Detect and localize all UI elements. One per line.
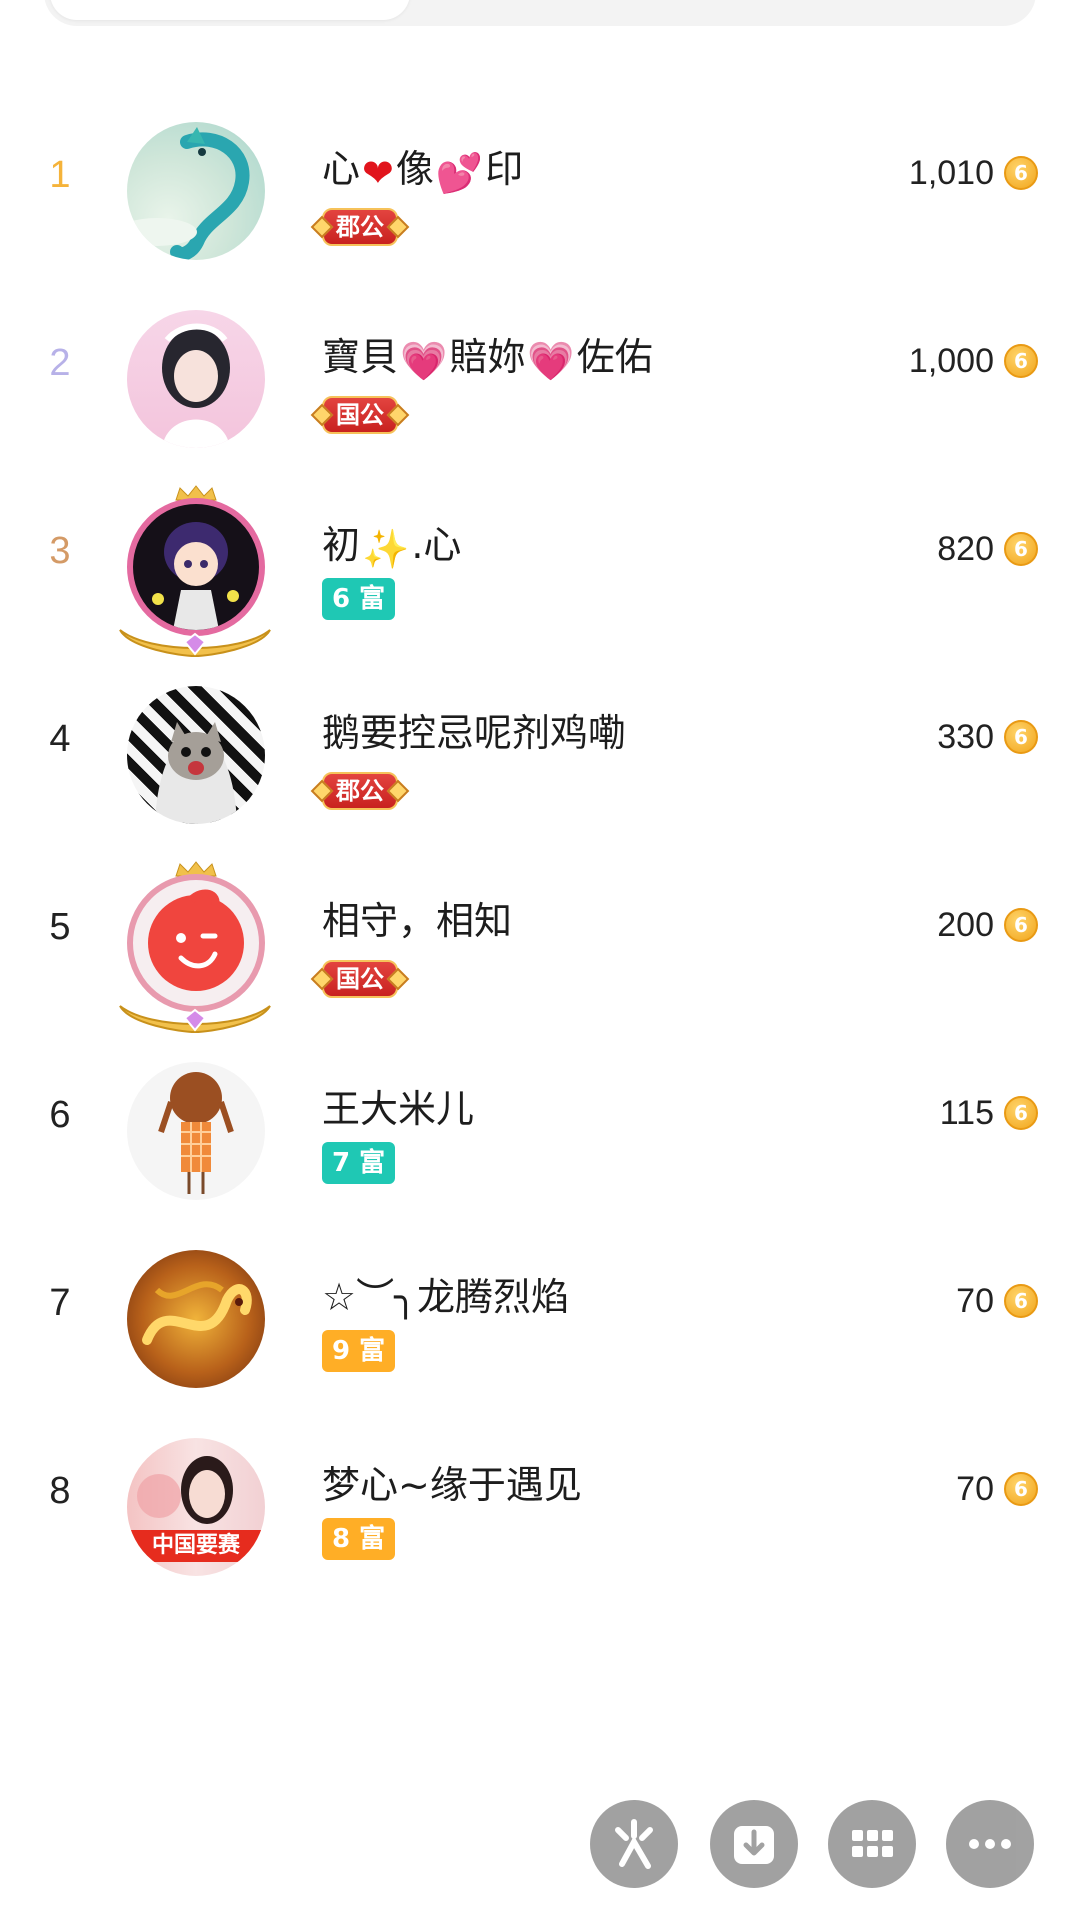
coin-icon: 6: [1004, 532, 1038, 566]
avatar[interactable]: [127, 498, 265, 636]
coin-icon: 6: [1004, 344, 1038, 378]
wealth-level-badge: 9 富: [322, 1330, 396, 1372]
smiley-avatar-image: [148, 889, 244, 991]
nickname: 相守，相知: [322, 899, 513, 943]
sparkle-action-button[interactable]: [590, 1800, 678, 1888]
avatar[interactable]: [127, 122, 265, 260]
avatar[interactable]: [127, 686, 265, 824]
active-tab[interactable]: [50, 0, 410, 20]
avatar-caption-banner: 中国要赛: [127, 1530, 265, 1562]
rank-number: 4: [49, 718, 71, 760]
score-value: 330: [937, 718, 994, 756]
coin-icon: 6: [1004, 156, 1038, 190]
rank-number: 6: [49, 1094, 71, 1136]
top-segmented-tabs[interactable]: [44, 0, 1036, 26]
cat-avatar-image: [155, 722, 237, 824]
nickname: 初✨.心: [322, 523, 462, 571]
score-value: 1,000: [908, 342, 994, 380]
sparkle-icon: [615, 1819, 653, 1869]
score-value: 200: [937, 906, 994, 944]
coin-icon: 6: [1004, 720, 1038, 754]
score-value: 820: [937, 530, 994, 568]
nickname: ☆︶╮龙腾烈焰: [322, 1275, 569, 1319]
girl-avatar-image: [158, 1072, 234, 1194]
coin-icon: 6: [1004, 1096, 1038, 1130]
more-dots-icon: [969, 1839, 1011, 1849]
nickname: 梦心~缘于遇见: [322, 1463, 582, 1507]
wealth-level-badge: 7 富: [322, 1142, 396, 1184]
more-options-button[interactable]: [946, 1800, 1034, 1888]
score-value: 70: [956, 1282, 994, 1320]
ranking-row[interactable]: 1 心❤像💕印 郡公 1,010 6: [0, 80, 1080, 280]
avatar[interactable]: 中国要赛: [127, 1438, 265, 1576]
nickname: 心❤像💕印: [322, 147, 524, 195]
avatar[interactable]: [127, 1062, 265, 1200]
rank-number: 5: [49, 906, 71, 948]
wealth-level-badge: 8 富: [322, 1518, 396, 1560]
ranking-row[interactable]: 7 ☆︶╮龙腾烈焰 9 富 70 6: [0, 1208, 1080, 1408]
title-badge: 郡公: [322, 208, 398, 246]
apps-grid-button[interactable]: [828, 1800, 916, 1888]
title-badge: 郡公: [322, 772, 398, 810]
ranking-row[interactable]: 8 中国要赛 梦心~缘于遇见 8 富 70 6: [0, 1396, 1080, 1596]
avatar[interactable]: [127, 874, 265, 1012]
score-value: 1,010: [908, 154, 994, 192]
ranking-row[interactable]: 5 相守，相知 国公 200 6: [0, 832, 1080, 1034]
golden-dragon-avatar-image: [142, 1281, 252, 1345]
coin-icon: 6: [1004, 908, 1038, 942]
ranking-row[interactable]: 3 初✨.心 6 富 820 6: [0, 456, 1080, 658]
rank-number: 3: [49, 530, 71, 572]
coin-icon: 6: [1004, 1284, 1038, 1318]
cartoon-avatar-image: [152, 522, 239, 630]
ranking-row[interactable]: 2 寶貝💗賠妳💗佐佑 国公 1,000 6: [0, 268, 1080, 468]
title-badge: 国公: [322, 960, 398, 998]
rank-number: 1: [49, 154, 71, 196]
grid-icon: [852, 1830, 893, 1857]
coin-icon: 6: [1004, 1472, 1038, 1506]
ranking-row[interactable]: 6 王大米儿 7 富 115 6: [0, 1020, 1080, 1220]
avatar[interactable]: [127, 1250, 265, 1388]
score-value: 70: [956, 1470, 994, 1508]
nickname: 王大米儿: [322, 1087, 475, 1131]
rank-number: 7: [49, 1282, 71, 1324]
download-icon: [734, 1826, 774, 1864]
rank-number: 2: [49, 342, 71, 384]
rank-number: 8: [49, 1470, 71, 1512]
title-badge: 国公: [322, 396, 398, 434]
nickname: 鹅要控忌呢剂鸡嘞: [322, 711, 627, 755]
portrait-avatar-image: [162, 323, 230, 448]
nickname: 寶貝💗賠妳💗佐佑: [322, 335, 653, 383]
wealth-level-badge: 6 富: [322, 578, 396, 620]
ranking-row[interactable]: 4 鹅要控忌呢剂鸡嘞 郡公 330 6: [0, 644, 1080, 844]
avatar[interactable]: [127, 310, 265, 448]
dragon-avatar-image: [127, 127, 250, 260]
score-value: 115: [939, 1094, 994, 1132]
download-button[interactable]: [710, 1800, 798, 1888]
